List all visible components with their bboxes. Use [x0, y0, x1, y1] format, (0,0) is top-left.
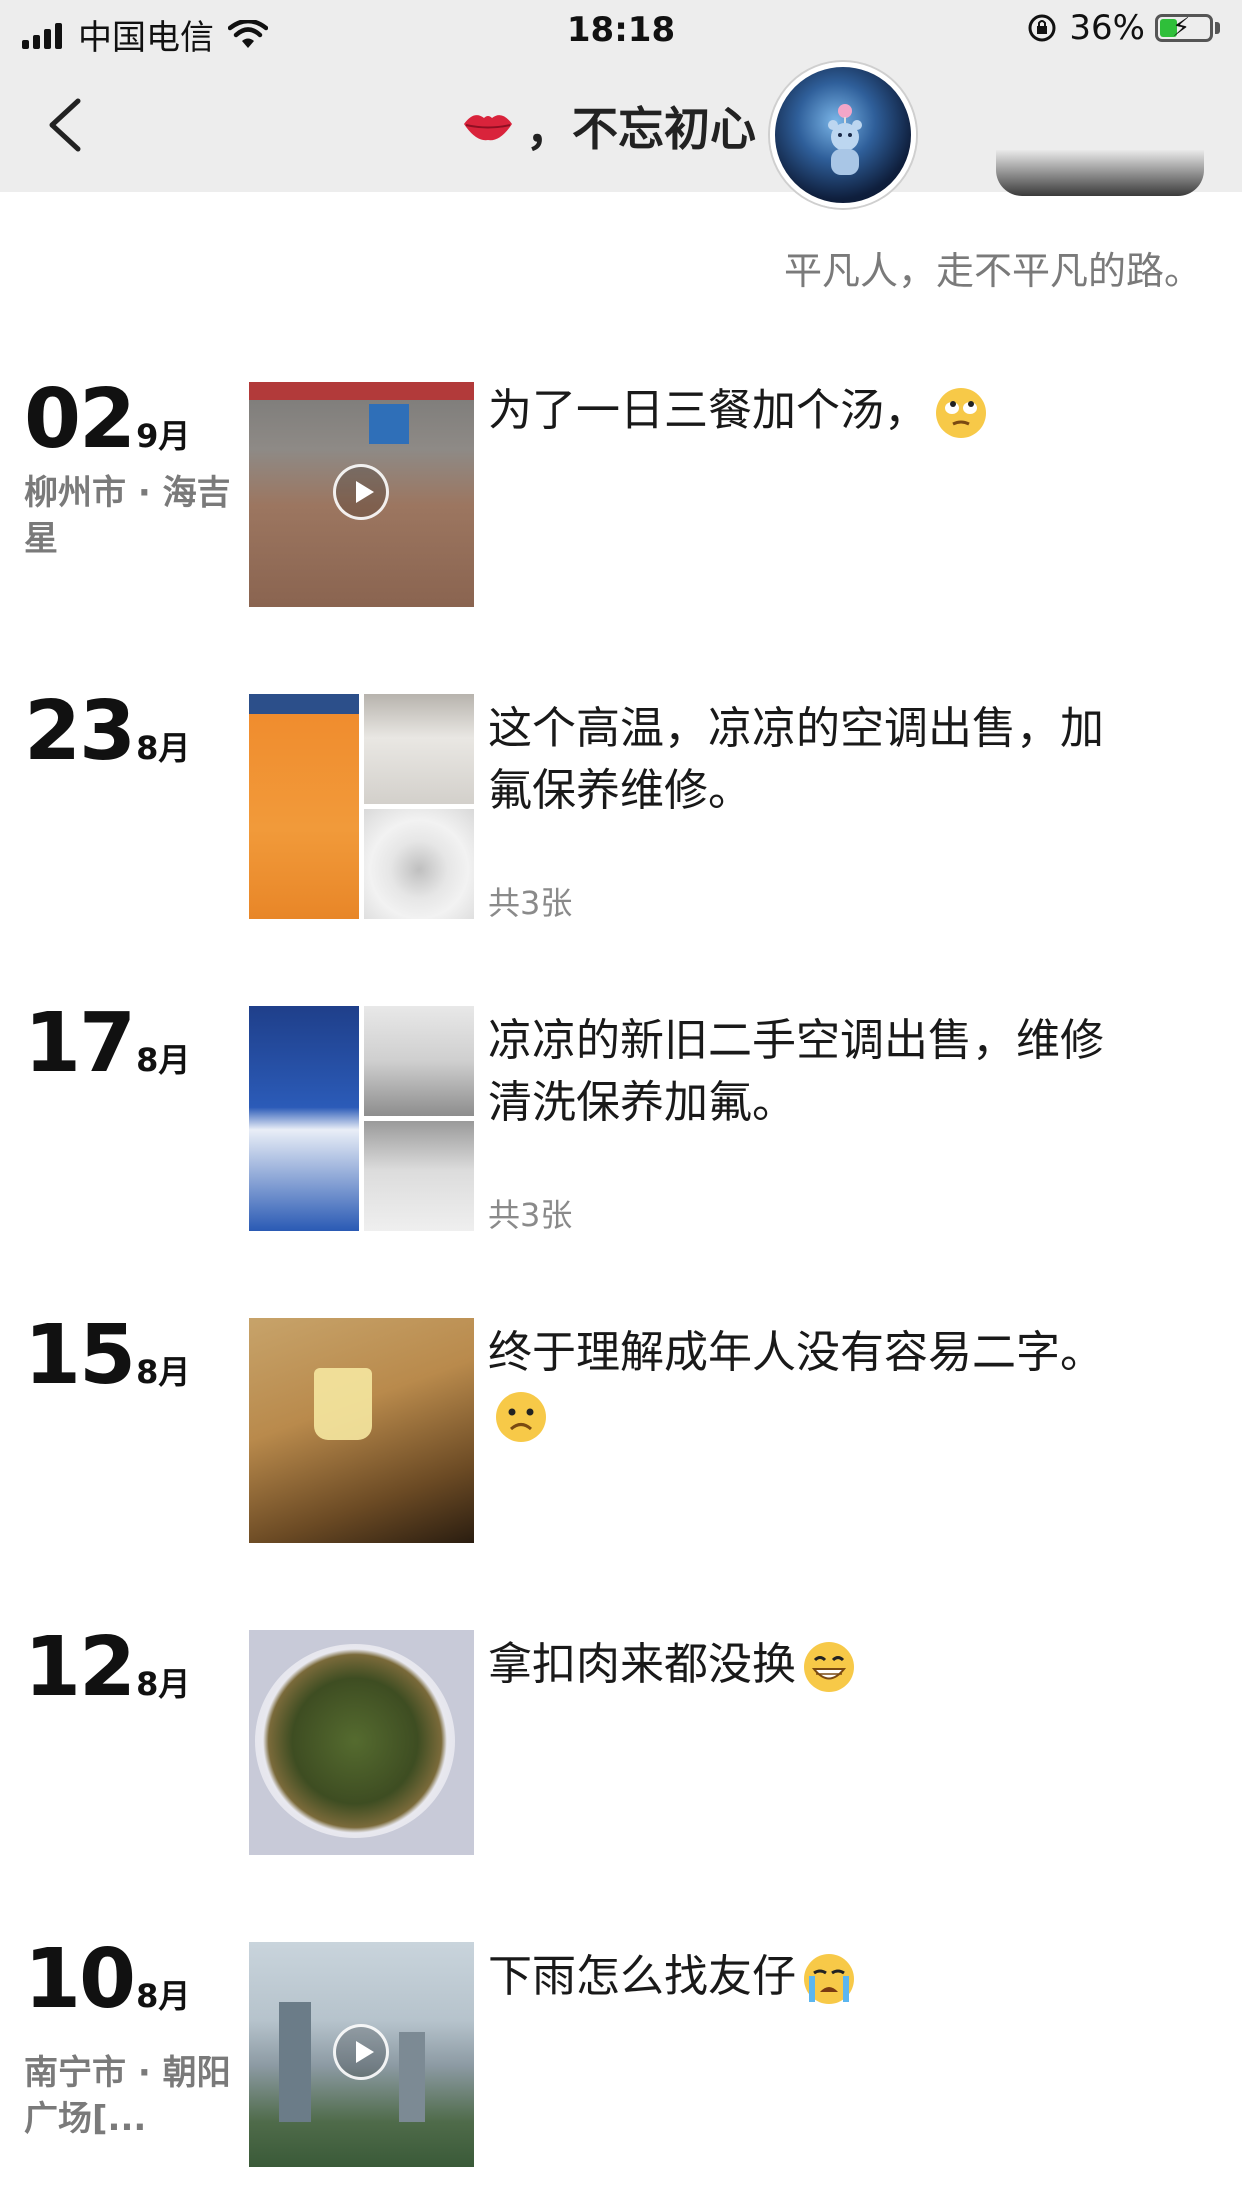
entry-text: 凉凉的新旧二手空调出售，维修清洗保养加氟。: [488, 1015, 1104, 1128]
entry-date: 128月: [24, 1620, 190, 1715]
entry-date: 158月: [24, 1308, 190, 1403]
grid-image-ac-units: [364, 1006, 474, 1116]
battery-icon: ⚡: [1155, 13, 1213, 43]
grid-image-warning-poster: [249, 694, 359, 919]
image-count: 共3张: [488, 884, 573, 922]
entry-text: 终于理解成年人没有容易二字。: [488, 1322, 1128, 1446]
entry-text: 拿扣肉来都没换: [488, 1634, 1128, 1696]
page-title-text: ，不忘初心: [526, 102, 756, 156]
grid-image-outdoor-unit: [364, 809, 474, 919]
rotation-lock-icon: [1028, 14, 1056, 42]
entry-day: 12: [24, 1620, 136, 1715]
entry-image-grid[interactable]: [249, 1006, 474, 1231]
entry-day: 02: [24, 372, 136, 467]
video-detail-cart: [369, 404, 409, 444]
back-chevron-icon[interactable]: [40, 95, 90, 155]
bear-figure-icon: [828, 104, 862, 175]
entry-text-content: 为了一日三餐加个汤，: [488, 385, 928, 436]
grid-image-warehouse: [364, 1121, 474, 1231]
grinning-face-emoji-icon: [804, 1642, 854, 1692]
kiss-lips-icon: [464, 115, 512, 141]
entry-day: 23: [24, 684, 136, 779]
status-right: 36% ⚡: [1027, 8, 1220, 48]
entry-image[interactable]: [249, 1630, 474, 1855]
entry-video-thumbnail[interactable]: [249, 1942, 474, 2167]
rolling-eyes-emoji-icon: [936, 388, 986, 438]
image-plate-food: [255, 1644, 455, 1838]
entry-text-content: 终于理解成年人没有容易二字。: [488, 1327, 1104, 1378]
play-icon: [333, 2024, 389, 2080]
moments-page: 中国电信 18:18 36% ⚡ ，不忘初心 平凡人，走不平凡的路。 029月 …: [0, 0, 1242, 2208]
frowning-face-emoji-icon: [496, 1392, 546, 1442]
entry-day: 15: [24, 1308, 136, 1403]
image-count: 共3张: [488, 1196, 573, 1234]
battery-nub: [1215, 22, 1220, 34]
page-title: ，不忘初心: [460, 96, 756, 156]
entry-video-thumbnail[interactable]: [249, 382, 474, 607]
entry-date: 178月: [24, 996, 190, 1091]
profile-signature: 平凡人，走不平凡的路。: [783, 249, 1202, 293]
video-detail-building-2: [399, 2032, 425, 2122]
entry-month: 8月: [136, 1977, 191, 2015]
entry-month: 9月: [136, 417, 191, 455]
entry-text: 这个高温，凉凉的空调出售，加氟保养维修。: [488, 703, 1104, 816]
video-detail-top: [249, 382, 474, 400]
crying-face-emoji-icon: [804, 1954, 854, 2004]
entry-text: 下雨怎么找友仔: [488, 1946, 1128, 2008]
entry-day: 10: [24, 1932, 136, 2027]
entry-day: 17: [24, 996, 136, 1091]
image-detail-cup: [314, 1368, 372, 1440]
play-icon: [333, 464, 389, 520]
poster-header: [249, 694, 359, 714]
entry-location[interactable]: 柳州市 · 海吉星: [24, 470, 234, 562]
entry-text-content: 拿扣肉来都没换: [488, 1639, 796, 1690]
charging-bolt-icon: ⚡: [1172, 13, 1191, 43]
entry-date: 029月: [24, 372, 190, 467]
cover-image-corner: [996, 150, 1204, 196]
entry-location[interactable]: 南宁市 · 朝阳广场[...: [24, 2050, 234, 2142]
entry-month: 8月: [136, 729, 191, 767]
entry-month: 8月: [136, 1041, 191, 1079]
status-bar: 中国电信 18:18 36% ⚡: [0, 0, 1242, 62]
entry-image[interactable]: [249, 1318, 474, 1543]
entry-date: 238月: [24, 684, 190, 779]
video-detail-building: [279, 2002, 311, 2122]
grid-image-ac-ad: [249, 1006, 359, 1231]
entry-text: 为了一日三餐加个汤，: [488, 380, 1128, 442]
grid-image-indoor-ac: [364, 694, 474, 804]
entry-image-grid[interactable]: [249, 694, 474, 919]
entry-text-content: 下雨怎么找友仔: [488, 1951, 796, 2002]
entry-date: 108月: [24, 1932, 190, 2027]
entry-month: 8月: [136, 1665, 191, 1703]
battery-percent: 36%: [1069, 8, 1145, 48]
avatar[interactable]: [770, 62, 916, 208]
entry-month: 8月: [136, 1353, 191, 1391]
